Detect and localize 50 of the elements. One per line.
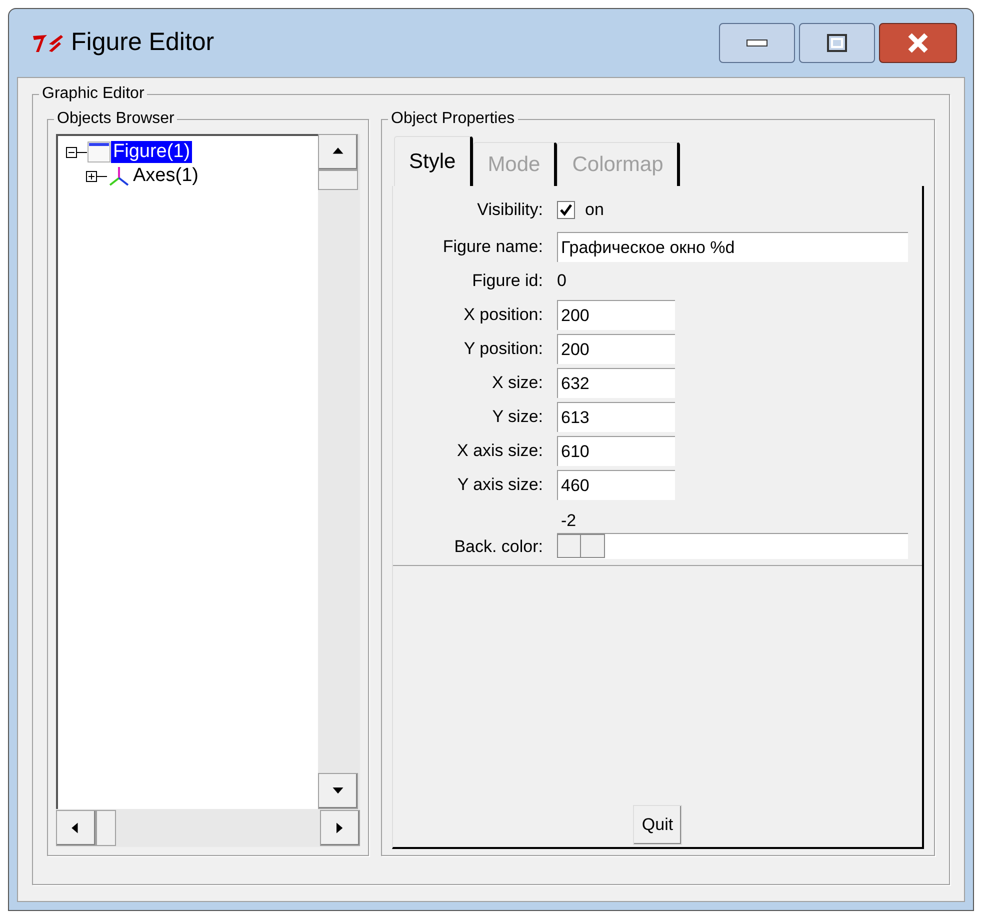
window-title: Figure Editor	[71, 27, 214, 58]
collapse-toggle-icon[interactable]	[66, 146, 77, 158]
group-title: Objects Browser	[54, 109, 178, 129]
number-field[interactable]: 610	[557, 436, 675, 466]
field-label: Visibility:	[476, 199, 544, 222]
tree-item[interactable]: Axes(1)	[131, 165, 200, 187]
field-label: Y axis size:	[456, 474, 544, 496]
minimize-button[interactable]	[719, 23, 795, 63]
maximize-icon	[827, 34, 847, 52]
vertical-scrollbar[interactable]	[318, 134, 360, 809]
close-icon	[907, 33, 929, 53]
horizontal-scrollbar[interactable]	[56, 809, 360, 847]
field-label: X size:	[490, 372, 544, 394]
text-field[interactable]: Графическое окно %d	[557, 232, 908, 262]
scroll-arrow-button[interactable]	[318, 773, 358, 809]
scrollbar-thumb[interactable]	[318, 170, 358, 190]
field-label: Figure id:	[471, 270, 544, 292]
scroll-arrow-button[interactable]	[318, 134, 358, 170]
field-label: Y size:	[491, 406, 544, 428]
app-logo-icon	[31, 32, 65, 54]
slider-thumb[interactable]	[557, 534, 605, 558]
field-label: Figure name:	[442, 236, 544, 258]
expand-toggle-icon[interactable]	[86, 170, 97, 182]
maximize-button[interactable]	[799, 23, 875, 63]
field-label: X axis size:	[456, 440, 544, 462]
group-title: Object Properties	[388, 109, 518, 129]
scroll-arrow-button[interactable]	[56, 810, 96, 846]
tree-item[interactable]: Figure(1)	[111, 141, 192, 163]
group-title: Graphic Editor	[39, 84, 148, 104]
scroll-arrow-button[interactable]	[320, 810, 360, 846]
field-label: Back. color:	[453, 536, 544, 558]
number-field[interactable]: 200	[557, 334, 675, 364]
field-value: 0	[557, 270, 566, 292]
checkbox[interactable]	[557, 201, 575, 219]
quit-button[interactable]: Quit	[632, 805, 682, 845]
number-field[interactable]: 632	[557, 368, 675, 398]
number-field[interactable]: 200	[557, 300, 675, 330]
field-label: Y position:	[462, 338, 544, 360]
number-field[interactable]: 460	[557, 470, 675, 500]
scrollbar-thumb[interactable]	[96, 810, 116, 846]
close-button[interactable]	[879, 23, 957, 63]
minimize-icon	[746, 39, 768, 47]
tab[interactable]: Style	[394, 136, 473, 186]
window-icon	[87, 141, 111, 163]
slider-track[interactable]	[557, 533, 908, 559]
axes-icon	[107, 165, 131, 187]
checkbox-label: on	[585, 199, 604, 222]
number-field[interactable]: 613	[557, 402, 675, 432]
slider-reading: -2	[561, 510, 578, 532]
field-label: X position:	[462, 304, 544, 326]
